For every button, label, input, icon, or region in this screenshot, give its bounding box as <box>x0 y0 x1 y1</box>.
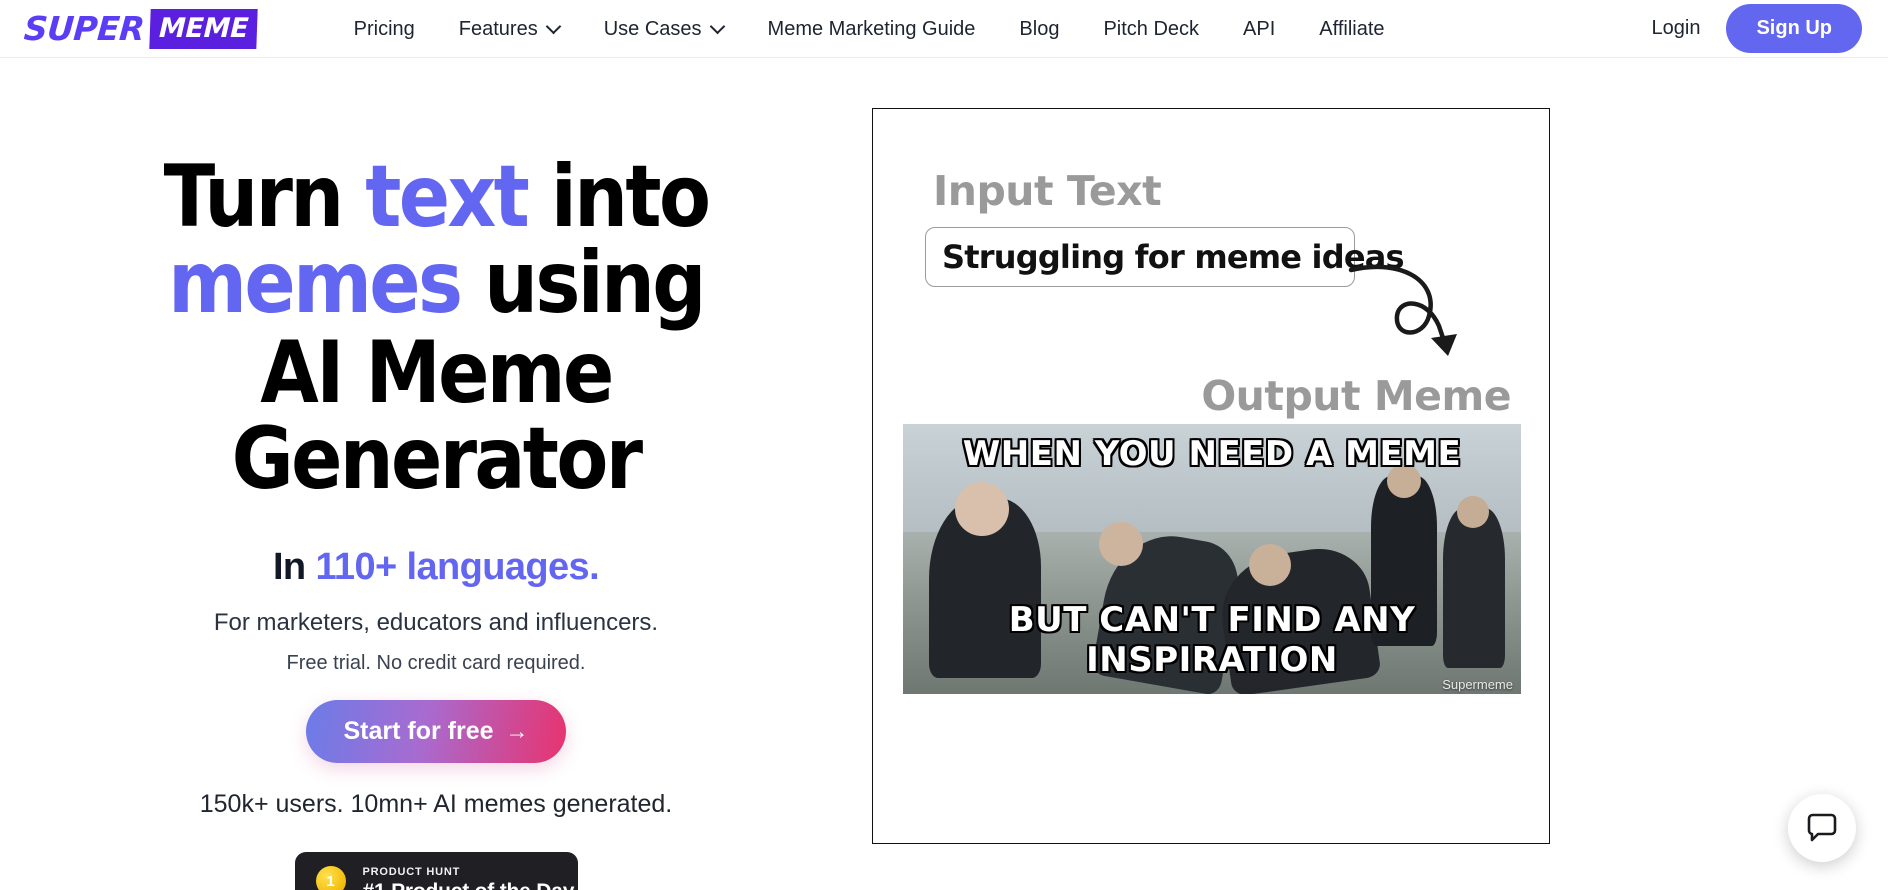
nav-item-features[interactable]: Features <box>437 0 582 58</box>
demo-input-value: Struggling for meme ideas <box>942 238 1405 276</box>
nav-item-label: Pricing <box>353 17 415 40</box>
medal-icon: 1 <box>313 865 349 890</box>
main-navigation: Pricing Features Use Cases Meme Marketin… <box>332 0 1407 58</box>
chat-widget-button[interactable] <box>1788 794 1856 862</box>
logo-word-meme: MEME <box>149 8 259 49</box>
demo-illustration-card: Input Text Struggling for meme ideas Out… <box>872 108 1550 844</box>
headline-accent-text: text <box>365 147 530 247</box>
nav-item-blog[interactable]: Blog <box>997 0 1081 58</box>
site-header: SUPER MEME Pricing Features Use Cases Me… <box>0 0 1888 58</box>
hero-trial-note: Free trial. No credit card required. <box>286 652 586 674</box>
product-hunt-badge[interactable]: 1 PRODUCT HUNT #1 Product of the Day <box>294 852 578 890</box>
hero-left-column: Turn text into memes using AI Meme Genera… <box>0 58 872 890</box>
logo-word-super: SUPER <box>22 9 146 48</box>
meme-bottom-caption: BUT CAN'T FIND ANY INSPIRATION <box>1008 600 1416 680</box>
header-actions: Login Sign Up <box>1626 4 1888 53</box>
page-title: Turn text into memes using AI Meme Genera… <box>75 154 797 502</box>
headline-line-2: AI Meme Generator <box>231 323 643 509</box>
hero-tagline: For marketers, educators and influencers… <box>213 609 659 636</box>
nav-item-api[interactable]: API <box>1221 0 1297 58</box>
nav-item-label: Affiliate <box>1319 17 1385 40</box>
brand-logo[interactable]: SUPER MEME <box>22 8 259 49</box>
nav-item-pitch-deck[interactable]: Pitch Deck <box>1081 0 1221 58</box>
nav-item-label: Blog <box>1019 17 1060 40</box>
chat-bubble-icon <box>1807 813 1837 842</box>
nav-item-label: Meme Marketing Guide <box>767 17 976 40</box>
hero-section: Turn text into memes using AI Meme Genera… <box>0 58 1888 890</box>
demo-input-label: Input Text <box>933 167 1162 215</box>
start-button-label: Start for free <box>343 717 494 745</box>
hero-subheadline: In 110+ languages. <box>272 546 600 589</box>
nav-item-label: Pitch Deck <box>1103 17 1200 40</box>
meme-top-caption: WHEN YOU NEED A MEME <box>962 434 1462 474</box>
headline-accent-memes: memes <box>168 233 463 333</box>
start-for-free-button[interactable]: Start for free → <box>306 700 566 763</box>
nav-item-label: API <box>1243 17 1276 40</box>
headline-part-2: into <box>527 147 711 247</box>
curved-arrow-icon <box>1348 264 1457 356</box>
nav-item-affiliate[interactable]: Affiliate <box>1297 0 1406 58</box>
hero-stats: 150k+ users. 10mn+ AI memes generated. <box>199 790 673 818</box>
chevron-down-icon <box>711 20 724 33</box>
subhead-languages: 110+ languages. <box>315 546 600 588</box>
subhead-prefix: In <box>272 546 316 588</box>
chevron-down-icon <box>547 20 560 33</box>
product-hunt-kicker: PRODUCT HUNT <box>362 866 461 878</box>
nav-item-meme-marketing-guide[interactable]: Meme Marketing Guide <box>746 0 998 58</box>
product-hunt-title: #1 Product of the Day <box>363 880 575 890</box>
demo-output-label: Output Meme <box>1201 372 1511 420</box>
meme-watermark: Supermeme <box>1442 677 1513 692</box>
headline-part-1: Turn <box>163 147 366 247</box>
nav-item-use-cases[interactable]: Use Cases <box>582 0 746 58</box>
headline-part-3: using <box>460 233 706 333</box>
nav-item-label: Features <box>458 17 538 40</box>
generated-meme-image: WHEN YOU NEED A MEME BUT CAN'T FIND ANY … <box>903 424 1521 694</box>
medal-rank: 1 <box>315 866 346 890</box>
signup-button[interactable]: Sign Up <box>1726 4 1862 53</box>
login-link[interactable]: Login <box>1626 17 1727 40</box>
arrow-right-icon: → <box>505 718 529 744</box>
nav-item-label: Use Cases <box>603 17 702 40</box>
nav-item-pricing[interactable]: Pricing <box>332 0 437 58</box>
demo-input-field[interactable]: Struggling for meme ideas <box>925 227 1405 287</box>
